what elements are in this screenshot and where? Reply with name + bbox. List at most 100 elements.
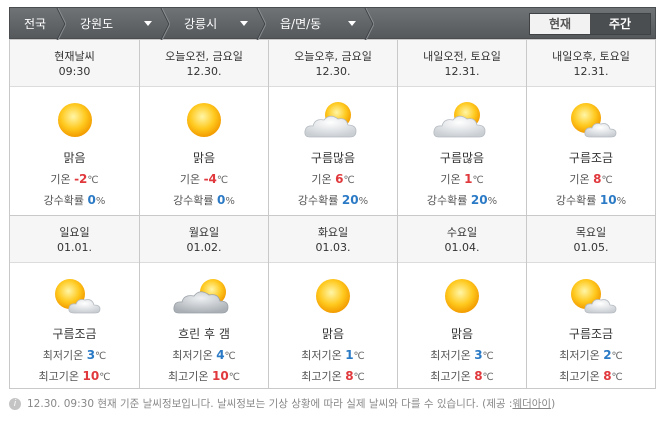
crumb-city-select[interactable]: 강릉시	[170, 8, 266, 40]
temp-label: 최저기온	[42, 349, 84, 362]
forecast-cell: 오늘오후, 금요일 12.30. 구름많음 기온 6℃ 강수확률 20%	[268, 40, 397, 215]
temp-label: 기온	[311, 173, 332, 186]
temperature-line: 최저기온 3℃	[398, 347, 526, 363]
secondary-line: 최고기온 8℃	[398, 368, 526, 384]
sun-small-cloud-icon	[571, 279, 617, 314]
secondary-line: 강수확률 0%	[10, 192, 139, 208]
tab-current[interactable]: 현재	[530, 14, 590, 34]
forecast-period: 오늘오전, 금요일	[165, 50, 243, 63]
temp-label: 기온	[179, 173, 201, 186]
weather-condition: 맑음	[450, 327, 474, 341]
forecast-date: 01.01.	[57, 241, 92, 254]
temp-label: 최저기온	[430, 349, 471, 362]
secondary-label: 최고기온	[168, 370, 209, 383]
dropdown-arrow-icon	[144, 20, 152, 26]
forecast-period: 일요일	[59, 226, 90, 239]
temp-label: 최저기온	[559, 349, 600, 362]
secondary-unit: %	[616, 196, 627, 207]
secondary-line: 최고기온 8℃	[527, 368, 655, 384]
secondary-label: 최고기온	[301, 370, 342, 383]
secondary-label: 최고기온	[559, 370, 600, 383]
temp-unit: ℃	[611, 351, 623, 362]
weather-condition: 구름조금	[52, 327, 97, 341]
forecast-cell-header: 일요일 01.01.	[10, 216, 139, 263]
forecast-period: 수요일	[446, 226, 478, 239]
forecast-period: 목요일	[575, 226, 607, 239]
temp-value: 3	[86, 348, 96, 362]
temperature-line: 기온 8℃	[527, 171, 655, 187]
forecast-period: 오늘오후, 금요일	[294, 50, 372, 63]
temp-label: 기온	[440, 173, 461, 186]
temp-label: 기온	[50, 173, 71, 186]
forecast-row-short-term: 현재날씨 09:30 맑음기온 -2℃ 강수확률 0% 오늘오전, 금요일 12.30. 맑…	[10, 39, 655, 215]
region-nav-bar: 전국 강원도 강릉시 읍/면/동 현재 주간	[9, 7, 656, 40]
secondary-value: 10	[599, 193, 617, 207]
weather-condition: 구름조금	[568, 327, 614, 341]
dropdown-arrow-icon	[240, 20, 248, 26]
secondary-unit: ℃	[353, 372, 365, 383]
forecast-cell-header: 현재날씨 09:30	[10, 40, 139, 87]
secondary-unit: %	[95, 196, 106, 207]
temperature-line: 최저기온 3℃	[10, 347, 139, 363]
forecast-date: 12.31.	[573, 65, 609, 78]
secondary-line: 강수확률 20%	[398, 192, 526, 208]
footer-end: )	[551, 397, 556, 410]
crumb-nationwide[interactable]: 전국	[10, 8, 66, 40]
temp-unit: ℃	[472, 175, 484, 186]
tab-weekly[interactable]: 주간	[590, 14, 650, 34]
crumb-label: 전국	[24, 16, 47, 31]
temperature-line: 기온 1℃	[398, 171, 526, 187]
forecast-cell: 내일오후, 토요일 12.31. 구름조금 기온 8℃ 강수확률 10%	[526, 40, 655, 215]
view-toggle: 현재 주간	[529, 13, 651, 35]
crumb-province-select[interactable]: 강원도	[66, 8, 170, 40]
footer-note: i 12.30. 09:30 현재 기준 날씨정보입니다. 날씨정보는 기상 상…	[9, 396, 656, 411]
temp-value: 4	[216, 348, 225, 362]
temp-unit: ℃	[343, 175, 355, 186]
secondary-line: 최고기온 10℃	[10, 368, 139, 384]
forecast-cell-header: 내일오후, 토요일 12.31.	[527, 40, 655, 87]
secondary-label: 강수확률	[43, 194, 85, 207]
secondary-line: 강수확률 0%	[140, 192, 268, 208]
secondary-line: 최고기온 10℃	[140, 368, 268, 384]
forecast-date: 12.31.	[444, 65, 480, 78]
forecast-period: 내일오전, 토요일	[423, 50, 501, 63]
sun-icon	[57, 103, 92, 137]
secondary-value: 10	[82, 369, 100, 383]
weather-condition: 흐린 후 갬	[178, 327, 230, 341]
forecast-cell: 일요일 01.01. 구름조금 최저기온 3℃ 최고기온 10℃	[10, 216, 139, 388]
secondary-label: 최고기온	[430, 370, 471, 383]
secondary-value: 20	[470, 193, 488, 207]
weather-condition: 맑음	[321, 327, 345, 341]
provider-link[interactable]: 웨더아이	[512, 396, 551, 411]
forecast-cell-header: 화요일 01.03.	[269, 216, 397, 263]
forecast-cell: 현재날씨 09:30 맑음기온 -2℃ 강수확률 0%	[10, 40, 139, 215]
forecast-period: 현재날씨	[54, 50, 95, 63]
sun-icon	[445, 279, 479, 313]
weather-condition: 맑음	[63, 151, 86, 165]
crumb-town-select[interactable]: 읍/면/동	[266, 8, 374, 40]
forecast-cell: 수요일 01.04. 맑음최저기온 3℃ 최고기온 8℃	[397, 216, 526, 388]
crumb-label: 강원도	[80, 16, 114, 31]
temp-value: 1	[345, 348, 354, 362]
temperature-line: 기온 -2℃	[10, 171, 139, 187]
forecast-period: 내일오후, 토요일	[552, 50, 630, 63]
secondary-unit: ℃	[99, 372, 111, 383]
separator-icon	[160, 8, 170, 40]
forecast-date: 01.03.	[315, 241, 351, 254]
temp-unit: ℃	[482, 351, 494, 362]
separator-icon	[364, 8, 374, 40]
forecast-period: 월요일	[188, 226, 220, 239]
forecast-cell: 화요일 01.03. 맑음 최저기온 1℃ 최고기온 8℃	[268, 216, 397, 388]
secondary-label: 최고기온	[38, 370, 80, 383]
forecast-cell-header: 수요일 01.04.	[398, 216, 526, 263]
sun-cloud-icon	[304, 102, 357, 138]
separator-icon	[56, 8, 66, 40]
temp-unit: ℃	[601, 175, 613, 186]
sun-icon	[316, 279, 350, 313]
forecast-date: 12.30.	[186, 65, 222, 78]
temperature-line: 기온 6℃	[269, 171, 397, 187]
cloudy-clearing-icon	[173, 279, 229, 314]
temp-unit: ℃	[353, 351, 365, 362]
temp-unit: ℃	[216, 175, 229, 186]
temperature-line: 최저기온 1℃	[269, 347, 397, 363]
